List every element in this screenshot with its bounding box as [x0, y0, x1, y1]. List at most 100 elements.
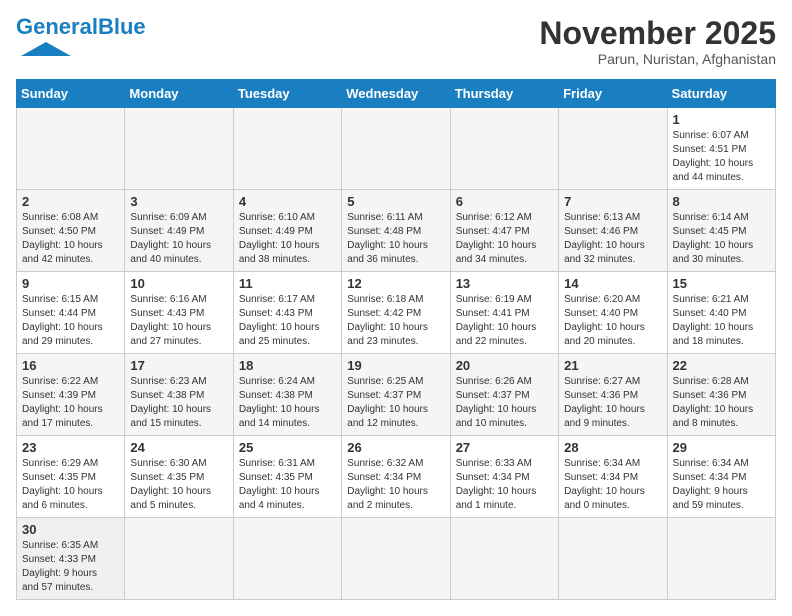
day-number: 28 — [564, 440, 661, 455]
page-header: GeneralBlue November 2025 Parun, Nurista… — [16, 16, 776, 67]
table-row — [559, 518, 667, 600]
table-row: 28 Sunrise: 6:34 AM Sunset: 4:34 PM Dayli… — [559, 436, 667, 518]
day-number: 6 — [456, 194, 553, 209]
table-row — [450, 518, 558, 600]
day-number: 30 — [22, 522, 119, 537]
col-friday: Friday — [559, 80, 667, 108]
day-number: 10 — [130, 276, 227, 291]
table-row — [233, 518, 341, 600]
day-number: 22 — [673, 358, 770, 373]
table-row: 29 Sunrise: 6:34 AM Sunset: 4:34 PM Dayli… — [667, 436, 775, 518]
day-info: Sunrise: 6:07 AM Sunset: 4:51 PM Dayligh… — [673, 129, 770, 185]
day-info: Sunrise: 6:08 AM Sunset: 4:50 PM Dayligh… — [22, 211, 119, 267]
table-row: 22 Sunrise: 6:28 AM Sunset: 4:36 PM Dayli… — [667, 354, 775, 436]
day-info: Sunrise: 6:22 AM Sunset: 4:39 PM Dayligh… — [22, 375, 119, 431]
table-row — [450, 108, 558, 190]
table-row: 3Sunrise: 6:09 AM Sunset: 4:49 PM Daylig… — [125, 190, 233, 272]
table-row — [125, 518, 233, 600]
day-info: Sunrise: 6:16 AM Sunset: 4:43 PM Dayligh… — [130, 293, 227, 349]
logo: GeneralBlue — [16, 16, 146, 58]
day-info: Sunrise: 6:33 AM Sunset: 4:34 PM Dayligh… — [456, 457, 553, 513]
day-number: 15 — [673, 276, 770, 291]
day-number: 8 — [673, 194, 770, 209]
location: Parun, Nuristan, Afghanistan — [539, 51, 776, 67]
day-info: Sunrise: 6:26 AM Sunset: 4:37 PM Dayligh… — [456, 375, 553, 431]
table-row — [559, 108, 667, 190]
table-row: 13 Sunrise: 6:19 AM Sunset: 4:41 PM Dayli… — [450, 272, 558, 354]
table-row: 18Sunrise: 6:24 AM Sunset: 4:38 PM Dayli… — [233, 354, 341, 436]
table-row — [17, 108, 125, 190]
col-monday: Monday — [125, 80, 233, 108]
day-number: 9 — [22, 276, 119, 291]
table-row: 4Sunrise: 6:10 AM Sunset: 4:49 PM Daylig… — [233, 190, 341, 272]
col-thursday: Thursday — [450, 80, 558, 108]
table-row: 21 Sunrise: 6:27 AM Sunset: 4:36 PM Dayli… — [559, 354, 667, 436]
table-row: 30 Sunrise: 6:35 AM Sunset: 4:33 PM Dayli… — [17, 518, 125, 600]
day-info: Sunrise: 6:19 AM Sunset: 4:41 PM Dayligh… — [456, 293, 553, 349]
day-info: Sunrise: 6:28 AM Sunset: 4:36 PM Dayligh… — [673, 375, 770, 431]
calendar-week-row: 1 Sunrise: 6:07 AM Sunset: 4:51 PM Daylig… — [17, 108, 776, 190]
table-row: 12Sunrise: 6:18 AM Sunset: 4:42 PM Dayli… — [342, 272, 450, 354]
day-number: 25 — [239, 440, 336, 455]
calendar-week-row: 16 Sunrise: 6:22 AM Sunset: 4:39 PM Dayli… — [17, 354, 776, 436]
table-row: 10 Sunrise: 6:16 AM Sunset: 4:43 PM Dayli… — [125, 272, 233, 354]
day-number: 17 — [130, 358, 227, 373]
day-number: 16 — [22, 358, 119, 373]
day-number: 4 — [239, 194, 336, 209]
day-info: Sunrise: 6:20 AM Sunset: 4:40 PM Dayligh… — [564, 293, 661, 349]
day-number: 2 — [22, 194, 119, 209]
day-info: Sunrise: 6:27 AM Sunset: 4:36 PM Dayligh… — [564, 375, 661, 431]
calendar-header-row: Sunday Monday Tuesday Wednesday Thursday… — [17, 80, 776, 108]
table-row: 25Sunrise: 6:31 AM Sunset: 4:35 PM Dayli… — [233, 436, 341, 518]
day-info: Sunrise: 6:13 AM Sunset: 4:46 PM Dayligh… — [564, 211, 661, 267]
day-number: 29 — [673, 440, 770, 455]
day-number: 23 — [22, 440, 119, 455]
table-row: 16 Sunrise: 6:22 AM Sunset: 4:39 PM Dayli… — [17, 354, 125, 436]
logo-icon — [16, 40, 76, 58]
table-row: 7 Sunrise: 6:13 AM Sunset: 4:46 PM Daylig… — [559, 190, 667, 272]
table-row: 14Sunrise: 6:20 AM Sunset: 4:40 PM Dayli… — [559, 272, 667, 354]
day-number: 1 — [673, 112, 770, 127]
day-number: 5 — [347, 194, 444, 209]
table-row: 23 Sunrise: 6:29 AM Sunset: 4:35 PM Dayli… — [17, 436, 125, 518]
logo-general: General — [16, 14, 98, 39]
day-number: 11 — [239, 276, 336, 291]
table-row: 19Sunrise: 6:25 AM Sunset: 4:37 PM Dayli… — [342, 354, 450, 436]
table-row: 8Sunrise: 6:14 AM Sunset: 4:45 PM Daylig… — [667, 190, 775, 272]
day-info: Sunrise: 6:09 AM Sunset: 4:49 PM Dayligh… — [130, 211, 227, 267]
day-number: 24 — [130, 440, 227, 455]
day-info: Sunrise: 6:21 AM Sunset: 4:40 PM Dayligh… — [673, 293, 770, 349]
day-info: Sunrise: 6:12 AM Sunset: 4:47 PM Dayligh… — [456, 211, 553, 267]
day-number: 7 — [564, 194, 661, 209]
day-info: Sunrise: 6:35 AM Sunset: 4:33 PM Dayligh… — [22, 539, 119, 595]
day-number: 26 — [347, 440, 444, 455]
calendar-week-row: 2 Sunrise: 6:08 AM Sunset: 4:50 PM Daylig… — [17, 190, 776, 272]
day-info: Sunrise: 6:34 AM Sunset: 4:34 PM Dayligh… — [564, 457, 661, 513]
title-block: November 2025 Parun, Nuristan, Afghanist… — [539, 16, 776, 67]
table-row: 11 Sunrise: 6:17 AM Sunset: 4:43 PM Dayli… — [233, 272, 341, 354]
table-row — [667, 518, 775, 600]
day-number: 21 — [564, 358, 661, 373]
calendar-table: Sunday Monday Tuesday Wednesday Thursday… — [16, 79, 776, 600]
calendar-week-row: 9 Sunrise: 6:15 AM Sunset: 4:44 PM Daylig… — [17, 272, 776, 354]
day-info: Sunrise: 6:11 AM Sunset: 4:48 PM Dayligh… — [347, 211, 444, 267]
day-number: 13 — [456, 276, 553, 291]
calendar-week-row: 30 Sunrise: 6:35 AM Sunset: 4:33 PM Dayli… — [17, 518, 776, 600]
table-row: 15 Sunrise: 6:21 AM Sunset: 4:40 PM Dayli… — [667, 272, 775, 354]
logo-text: GeneralBlue — [16, 16, 146, 38]
day-info: Sunrise: 6:34 AM Sunset: 4:34 PM Dayligh… — [673, 457, 770, 513]
col-tuesday: Tuesday — [233, 80, 341, 108]
table-row — [125, 108, 233, 190]
day-number: 12 — [347, 276, 444, 291]
table-row: 1 Sunrise: 6:07 AM Sunset: 4:51 PM Daylig… — [667, 108, 775, 190]
table-row: 6 Sunrise: 6:12 AM Sunset: 4:47 PM Daylig… — [450, 190, 558, 272]
day-info: Sunrise: 6:17 AM Sunset: 4:43 PM Dayligh… — [239, 293, 336, 349]
table-row: 17Sunrise: 6:23 AM Sunset: 4:38 PM Dayli… — [125, 354, 233, 436]
day-info: Sunrise: 6:29 AM Sunset: 4:35 PM Dayligh… — [22, 457, 119, 513]
table-row — [342, 518, 450, 600]
month-title: November 2025 — [539, 16, 776, 51]
day-number: 20 — [456, 358, 553, 373]
day-info: Sunrise: 6:25 AM Sunset: 4:37 PM Dayligh… — [347, 375, 444, 431]
table-row — [233, 108, 341, 190]
day-info: Sunrise: 6:15 AM Sunset: 4:44 PM Dayligh… — [22, 293, 119, 349]
